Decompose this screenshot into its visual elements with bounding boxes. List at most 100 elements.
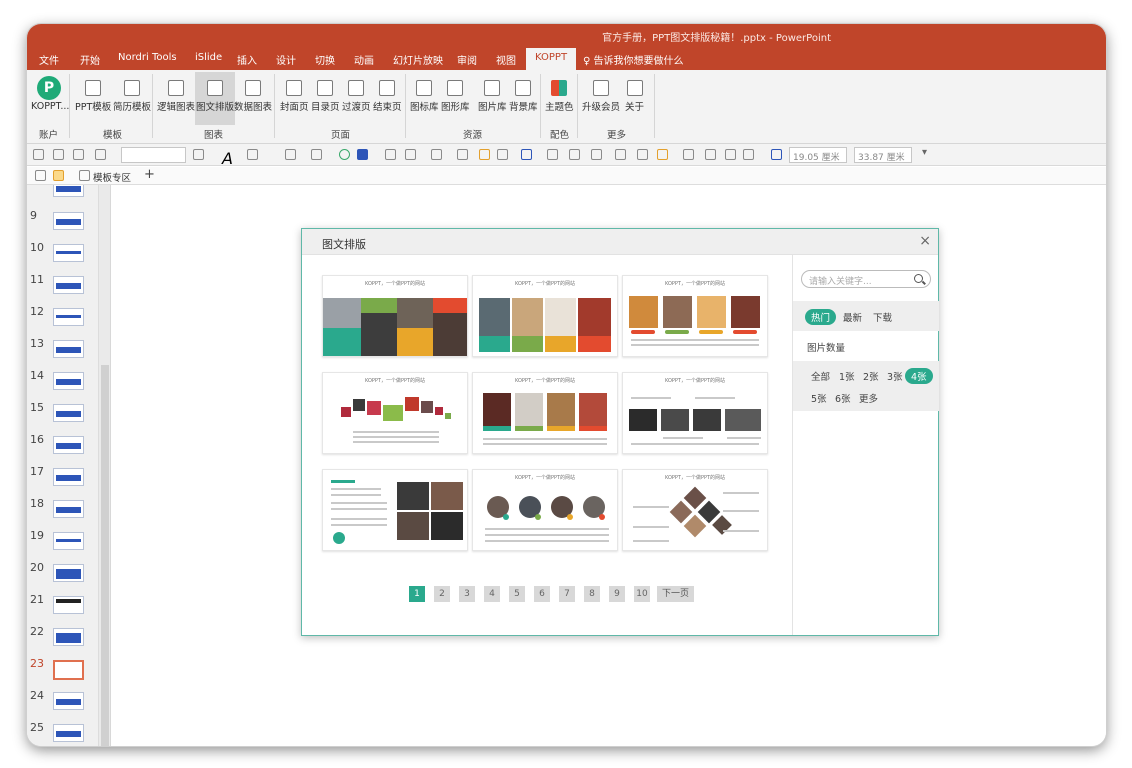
tab-nordri-tools[interactable]: Nordri Tools — [118, 52, 177, 63]
rotate-icon[interactable] — [591, 149, 602, 160]
sort-latest[interactable]: 最新 — [843, 310, 862, 324]
end-page-button[interactable]: 结束页 — [373, 80, 402, 113]
layout-card[interactable]: KOPPT，一个做PPT的网站 — [472, 469, 618, 551]
height-field[interactable]: 33.87 厘米 — [854, 147, 912, 163]
slide-thumbnail[interactable] — [53, 185, 84, 197]
page-button-active[interactable]: 1 — [409, 586, 425, 602]
slide-thumbnail[interactable] — [53, 596, 84, 614]
text-a-icon[interactable]: A — [222, 149, 233, 168]
slide-thumbnail[interactable] — [53, 692, 84, 710]
page-button[interactable]: 6 — [534, 586, 550, 602]
width-field[interactable]: 19.05 厘米 — [789, 147, 847, 163]
slide-thumbnail-current[interactable] — [53, 660, 84, 680]
background-library-button[interactable]: 背景库 — [509, 80, 538, 113]
eyedropper-icon[interactable] — [405, 149, 416, 160]
count-3[interactable]: 3张 — [887, 369, 903, 383]
count-4-selected[interactable]: 4张 — [905, 368, 933, 384]
frame-select-icon[interactable] — [743, 149, 754, 160]
slide-thumbnail[interactable] — [53, 500, 84, 518]
lock-icon[interactable] — [33, 149, 44, 160]
tab-review[interactable]: 审阅 — [457, 52, 477, 67]
close-box-icon[interactable] — [705, 149, 716, 160]
image-icon[interactable] — [285, 149, 296, 160]
layout-card[interactable]: KOPPT，一个做PPT的网站 — [472, 372, 618, 454]
tab-islide[interactable]: iSlide — [195, 52, 222, 63]
slide-thumbnail[interactable] — [53, 340, 84, 358]
group-icon[interactable] — [53, 149, 64, 160]
slide-thumbnail[interactable] — [53, 628, 84, 646]
logic-chart-button[interactable]: 逻辑图表 — [157, 80, 195, 113]
sort-hot[interactable]: 热门 — [805, 309, 837, 325]
count-more[interactable]: 更多 — [859, 391, 878, 405]
icon-library-button[interactable]: 图标库 — [410, 80, 439, 113]
tab-slideshow[interactable]: 幻灯片放映 — [393, 52, 443, 67]
dropdown-icon[interactable]: ▾ — [922, 147, 927, 158]
add-tab-icon[interactable]: + — [144, 167, 155, 182]
slide-thumbnail[interactable] — [53, 308, 84, 326]
bucket-icon[interactable] — [385, 149, 396, 160]
new-file-icon[interactable] — [35, 170, 46, 181]
slide-thumbnail[interactable] — [53, 372, 84, 390]
frame-icon[interactable] — [193, 149, 204, 160]
layout-card[interactable]: KOPPT，一个做PPT的网站 — [472, 275, 618, 357]
tab-design[interactable]: 设计 — [276, 52, 296, 67]
count-all[interactable]: 全部 — [811, 369, 830, 383]
slide-thumbnail[interactable] — [53, 212, 84, 230]
template-zone-tab[interactable]: 模板专区 — [93, 170, 131, 184]
about-button[interactable]: 关于 — [625, 80, 644, 113]
tab-transitions[interactable]: 切换 — [315, 52, 335, 67]
image-library-button[interactable]: 图片库 — [478, 80, 507, 113]
account-button[interactable]: KOPPT... — [31, 101, 69, 112]
tab-koppt[interactable]: KOPPT — [526, 48, 577, 70]
layout-card[interactable]: KOPPT，一个做PPT的网站 — [622, 275, 768, 357]
page-button[interactable]: 2 — [434, 586, 450, 602]
cover-page-button[interactable]: 封面页 — [280, 80, 309, 113]
close-icon[interactable]: × — [919, 233, 931, 249]
window-icon[interactable] — [683, 149, 694, 160]
page-button[interactable]: 10 — [634, 586, 650, 602]
data-chart-button[interactable]: 数据图表 — [234, 80, 272, 113]
count-6[interactable]: 6张 — [835, 391, 851, 405]
page-button[interactable]: 3 — [459, 586, 475, 602]
page-button[interactable]: 4 — [484, 586, 500, 602]
shapes-icon[interactable] — [497, 149, 508, 160]
resize-icon[interactable] — [547, 149, 558, 160]
layout-card[interactable]: KOPPT，一个做PPT的网站 — [322, 275, 468, 357]
slide-thumbnail[interactable] — [53, 564, 84, 582]
slide-thumbnail[interactable] — [53, 532, 84, 550]
note-icon[interactable] — [657, 149, 668, 160]
crop-icon[interactable] — [311, 149, 322, 160]
slide-thumbnail[interactable] — [53, 244, 84, 262]
koppt-logo-icon[interactable]: P — [37, 76, 61, 100]
grid-icon[interactable] — [771, 149, 782, 160]
layout-card[interactable]: KOPPT，一个做PPT的网站 — [622, 469, 768, 551]
count-2[interactable]: 2张 — [863, 369, 879, 383]
layers-icon[interactable] — [725, 149, 736, 160]
theme-color-button[interactable]: 主题色 — [545, 80, 574, 113]
fit-icon[interactable] — [569, 149, 580, 160]
box-icon[interactable] — [95, 149, 106, 160]
count-5[interactable]: 5张 — [811, 391, 827, 405]
tab-view[interactable]: 视图 — [496, 52, 516, 67]
toc-page-button[interactable]: 目录页 — [311, 80, 340, 113]
page-button[interactable]: 7 — [559, 586, 575, 602]
dropper-icon[interactable] — [457, 149, 468, 160]
thumbnail-scrollbar[interactable] — [98, 185, 110, 746]
count-1[interactable]: 1张 — [839, 369, 855, 383]
copy-icon[interactable] — [615, 149, 626, 160]
tell-me-box[interactable]: ♀ 告诉我你想要做什么 — [583, 52, 684, 67]
ppt-template-button[interactable]: PPT模板 — [75, 80, 111, 113]
tab-insert[interactable]: 插入 — [237, 52, 257, 67]
page-button[interactable]: 9 — [609, 586, 625, 602]
slide-thumbnail[interactable] — [53, 404, 84, 422]
home-icon[interactable] — [79, 170, 90, 181]
upgrade-member-button[interactable]: 升级会员 — [582, 80, 620, 113]
page-button[interactable]: 8 — [584, 586, 600, 602]
layout-card[interactable]: KOPPT，一个做PPT的网站 — [322, 372, 468, 454]
slide-thumbnail[interactable] — [53, 724, 84, 742]
scrollbar-thumb[interactable] — [101, 365, 109, 746]
transition-page-button[interactable]: 过渡页 — [342, 80, 371, 113]
tab-home[interactable]: 开始 — [80, 52, 100, 67]
slide-thumbnail[interactable] — [53, 468, 84, 486]
shape-library-button[interactable]: 图形库 — [441, 80, 470, 113]
